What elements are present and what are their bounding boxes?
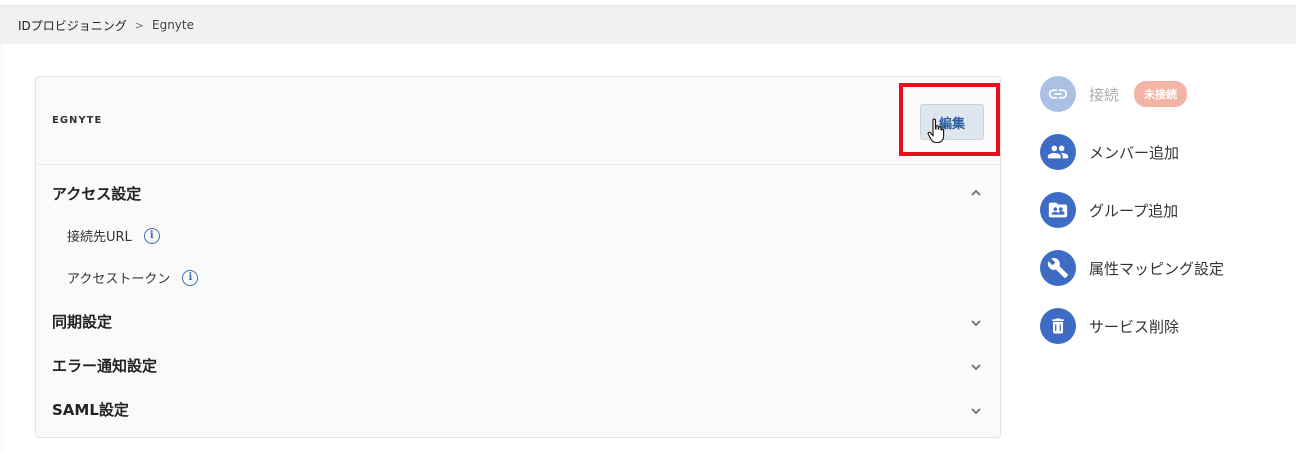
card-header: EGNYTE 編集	[36, 77, 1000, 165]
chevron-down-icon[interactable]	[970, 361, 982, 373]
access-item-url-label: 接続先URL	[67, 230, 132, 245]
wrench-icon	[1040, 250, 1076, 286]
access-item-token-label: アクセストークン	[67, 272, 171, 287]
breadcrumb-current: Egnyte	[152, 18, 194, 32]
access-item-token: アクセストークン i	[67, 268, 199, 287]
section-saml-settings[interactable]: SAML設定	[52, 399, 129, 420]
side-delete-service[interactable]: サービス削除	[1040, 308, 1179, 344]
side-attribute-mapping-label: 属性マッピング設定	[1089, 259, 1225, 278]
info-icon[interactable]: i	[182, 269, 199, 286]
trash-icon	[1040, 308, 1076, 344]
section-access-settings[interactable]: アクセス設定	[52, 183, 141, 204]
members-icon	[1040, 134, 1076, 170]
hand-cursor-icon	[927, 118, 945, 144]
breadcrumb: IDプロビジョニング > Egnyte	[0, 6, 1296, 44]
breadcrumb-separator: >	[134, 18, 144, 32]
breadcrumb-parent[interactable]: IDプロビジョニング	[18, 17, 127, 34]
access-item-url: 接続先URL i	[67, 226, 160, 245]
section-sync-settings[interactable]: 同期設定	[52, 311, 112, 332]
link-icon	[1040, 76, 1076, 112]
left-edge	[0, 44, 4, 453]
side-add-members[interactable]: メンバー追加	[1040, 134, 1179, 170]
side-add-group[interactable]: グループ追加	[1040, 192, 1178, 228]
side-connect-label: 接続	[1089, 85, 1120, 104]
side-add-members-label: メンバー追加	[1089, 143, 1180, 162]
chevron-down-icon[interactable]	[970, 405, 982, 417]
status-badge: 未接続	[1134, 81, 1188, 107]
side-attribute-mapping[interactable]: 属性マッピング設定	[1040, 250, 1224, 286]
section-error-notification-settings[interactable]: エラー通知設定	[52, 355, 157, 376]
side-connect[interactable]: 接続 未接続	[1040, 76, 1188, 112]
side-add-group-label: グループ追加	[1089, 201, 1179, 220]
group-folder-icon	[1040, 192, 1076, 228]
info-icon[interactable]: i	[143, 227, 160, 244]
egnyte-logo: EGNYTE	[52, 115, 103, 126]
chevron-down-icon[interactable]	[970, 317, 982, 329]
service-card: EGNYTE 編集 アクセス設定 接続先URL i アクセストークン i 同期設…	[35, 76, 1001, 438]
chevron-up-icon[interactable]	[970, 187, 982, 199]
side-delete-service-label: サービス削除	[1089, 317, 1180, 336]
